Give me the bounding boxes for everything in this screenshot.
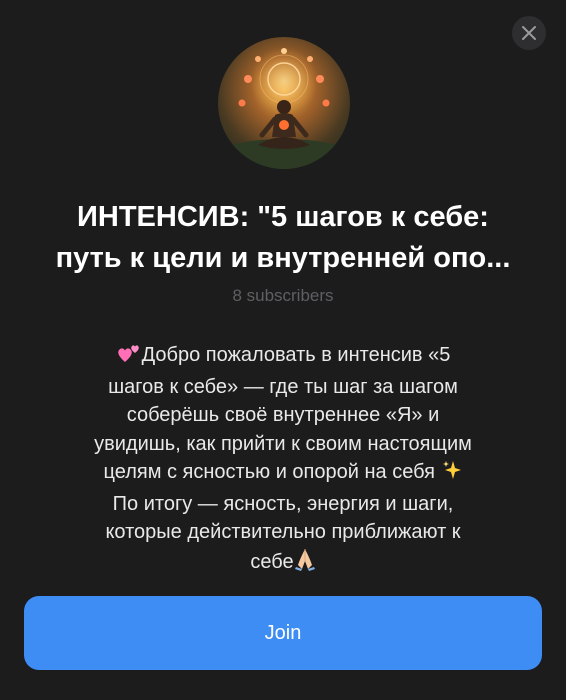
sparkles-icon (441, 459, 463, 490)
praying-hands-icon (294, 547, 316, 580)
subscriber-count: 8 subscribers (232, 286, 334, 305)
two-hearts-icon (116, 342, 142, 373)
description-line: Добро пожаловать в интенсив «5 (141, 344, 451, 366)
join-button[interactable]: Join (24, 596, 542, 670)
description-line: соберёшь своё внутреннее «Я» и (126, 404, 440, 426)
description-line: увидишь, как прийти к своим настоящим (94, 432, 472, 455)
close-button[interactable] (512, 16, 546, 50)
description-line: По итогу — ясность, энергия и шаги, (112, 492, 454, 515)
channel-title-line: ИНТЕНСИВ: "5 шагов к себе: (77, 201, 489, 233)
channel-title-line: путь к цели и внутренней опо... (55, 242, 511, 274)
description-line: себе (250, 550, 294, 573)
description-line: шагов к себе» — где ты шаг за шагом (108, 375, 458, 398)
channel-description: Добро пожаловать в интенсив «5 шагов к с… (40, 341, 526, 579)
channel-avatar (218, 37, 350, 169)
close-icon (522, 26, 536, 40)
description-line: целям с ясностью и опорой на себя (103, 461, 435, 483)
channel-title: ИНТЕНСИВ: "5 шагов к себе: путь к цели и… (16, 197, 550, 279)
description-line: которые действительно приближают к (105, 521, 461, 543)
